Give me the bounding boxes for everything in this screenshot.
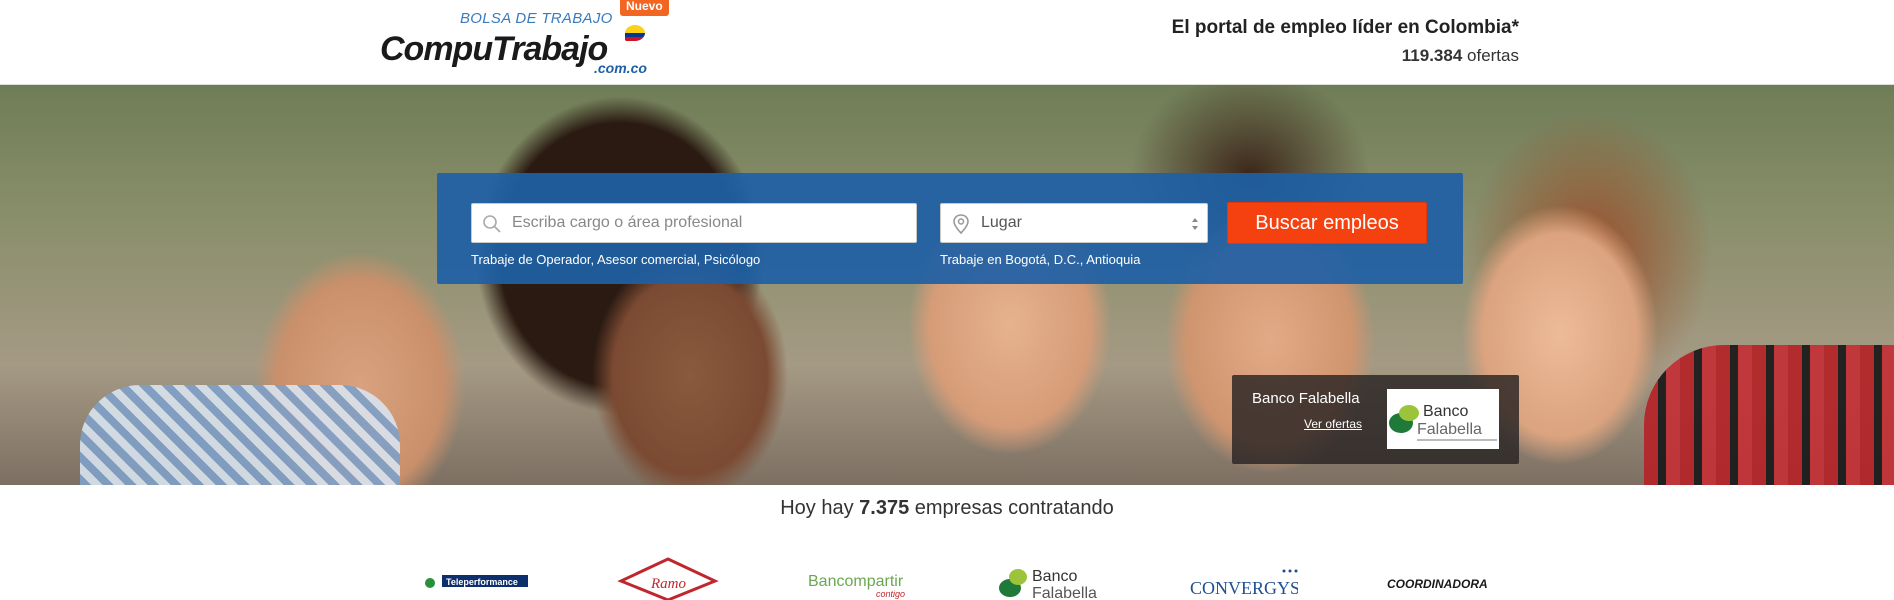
company-logos-strip: Teleperformance Ramo Bancompartir contig… [0,555,1894,600]
company-logo-coordinadora[interactable]: COORDINADORA [1385,555,1495,600]
hiring-prefix: Hoy hay [780,497,854,519]
location-select[interactable]: Lugar [940,203,1208,243]
company-logo-text: Ramo [650,576,686,592]
offers-count: 119.384 [1401,46,1463,65]
offers-count-line: 119.384 ofertas [1172,46,1519,66]
computrabajo-logo[interactable]: BOLSA DE TRABAJO Nuevo CompuTrabajo .com… [380,0,680,80]
offers-label: ofertas [1467,46,1519,65]
logo-tagline: BOLSA DE TRABAJO [460,10,613,27]
logo-domain: .com.co [594,60,647,76]
hiring-companies-headline: Hoy hay 7.375 empresas contratando [0,497,1894,520]
keyword-search-input[interactable]: Escriba cargo o área profesional [471,203,917,243]
portal-tagline: El portal de empleo líder en Colombia* 1… [1172,17,1519,66]
hero-photo [0,85,1894,485]
svg-text:contigo: contigo [876,589,905,599]
hero-photo-detail [1644,345,1894,485]
hiring-suffix: empresas contratando [914,497,1114,519]
banco-falabella-logo[interactable]: Banco Falabella [1387,389,1499,449]
search-panel: Escriba cargo o área profesional Lugar B… [437,173,1463,284]
svg-text:Banco: Banco [1423,403,1468,420]
company-logo-teleperformance[interactable]: Teleperformance [422,555,530,600]
svg-text:Falabella: Falabella [1417,421,1482,438]
location-value: Lugar [981,214,1022,231]
company-logo-ramo[interactable]: Ramo [617,555,719,600]
company-logo-text: COORDINADORA [1387,577,1488,591]
company-logo-convergys[interactable]: CONVERGYS [1188,555,1300,600]
new-badge: Nuevo [620,0,669,16]
company-logo-text: Bancompartir [808,573,904,590]
colombia-flag-icon [625,25,645,41]
company-logo-text: Teleperformance [446,577,518,587]
svg-text:Banco: Banco [1032,568,1077,585]
location-hint: Trabaje en Bogotá, D.C., Antioquia [940,252,1141,267]
company-logo-bancompartir[interactable]: Bancompartir contigo [806,555,912,600]
search-icon [483,215,501,233]
keyword-hint: Trabaje de Operador, Asesor comercial, P… [471,252,761,267]
tagline-title: El portal de empleo líder en Colombia* [1171,17,1519,38]
featured-company-name: Banco Falabella [1252,390,1360,407]
svg-text:Falabella: Falabella [1032,585,1097,600]
select-arrows-icon [1192,218,1198,230]
hiring-companies-count: 7.375 [859,497,910,519]
featured-company-card[interactable]: Banco Falabella Ver ofertas Banco Falabe… [1232,375,1519,464]
location-pin-icon [953,214,969,235]
search-jobs-button[interactable]: Buscar empleos [1227,202,1427,244]
view-offers-link[interactable]: Ver ofertas [1304,417,1362,431]
hero-photo-detail [80,385,400,485]
site-header: BOLSA DE TRABAJO Nuevo CompuTrabajo .com… [0,0,1894,85]
keyword-placeholder: Escriba cargo o área profesional [512,214,743,231]
logo-name: CompuTrabajo [380,30,608,68]
company-logo-text: CONVERGYS [1190,578,1298,598]
company-logo-banco-falabella[interactable]: Banco Falabella [996,555,1108,600]
